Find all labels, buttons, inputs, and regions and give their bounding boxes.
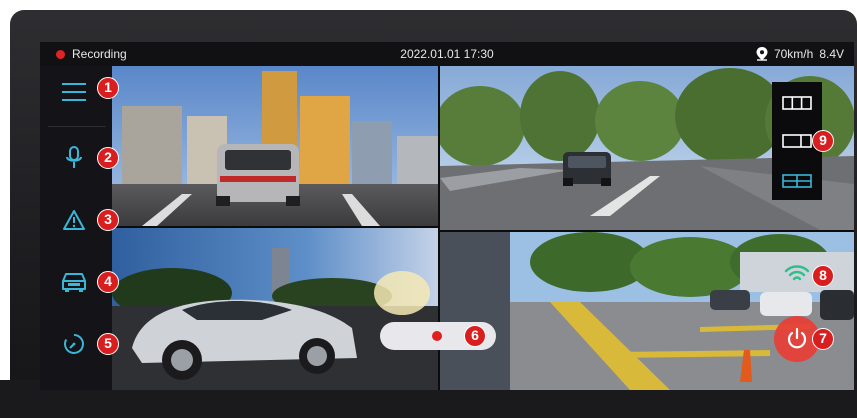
power-icon (787, 327, 807, 349)
wifi-icon[interactable] (784, 264, 810, 284)
voltage-readout: 8.4V (819, 47, 844, 61)
status-bar: Recording 2022.01.01 17:30 70km/h 8.4V (40, 42, 854, 66)
layout-three-split-icon[interactable] (782, 96, 812, 110)
right-camera-image (440, 232, 854, 390)
layout-two-split-icon[interactable] (782, 134, 812, 148)
callout-badge-5: 5 (97, 333, 119, 355)
gps-pin-icon (756, 47, 768, 61)
sidebar-item-event[interactable] (54, 200, 94, 240)
record-dot-icon (432, 331, 442, 341)
left-camera-image (112, 228, 438, 390)
warning-icon (63, 210, 85, 230)
callout-badge-6: 6 (464, 325, 486, 347)
callout-badge-8: 8 (812, 265, 834, 287)
callout-badge-3: 3 (97, 209, 119, 231)
callout-badge-9: 9 (812, 130, 834, 152)
sidebar-item-timelapse[interactable] (54, 324, 94, 364)
camera-feed-front[interactable] (112, 66, 438, 226)
sidebar-item-menu[interactable] (54, 72, 94, 112)
timer-icon (64, 334, 84, 354)
callout-badge-2: 2 (97, 147, 119, 169)
callout-badge-4: 4 (97, 271, 119, 293)
camera-feed-right[interactable] (440, 232, 854, 390)
date-time: 2022.01.01 17:30 (400, 47, 494, 61)
menu-icon (62, 83, 86, 101)
sidebar-item-parking[interactable] (54, 262, 94, 302)
callout-badge-7: 7 (812, 328, 834, 350)
camera-feed-left[interactable] (112, 228, 438, 390)
layout-quad-icon[interactable] (782, 174, 812, 188)
callout-badge-1: 1 (97, 77, 119, 99)
front-camera-image (112, 66, 438, 226)
status-right: 70km/h 8.4V (756, 47, 844, 61)
car-icon (62, 273, 86, 292)
sidebar-divider (48, 126, 106, 127)
microphone-icon (66, 146, 82, 168)
sidebar-item-voice[interactable] (54, 138, 94, 178)
speed-readout: 70km/h (773, 47, 814, 61)
